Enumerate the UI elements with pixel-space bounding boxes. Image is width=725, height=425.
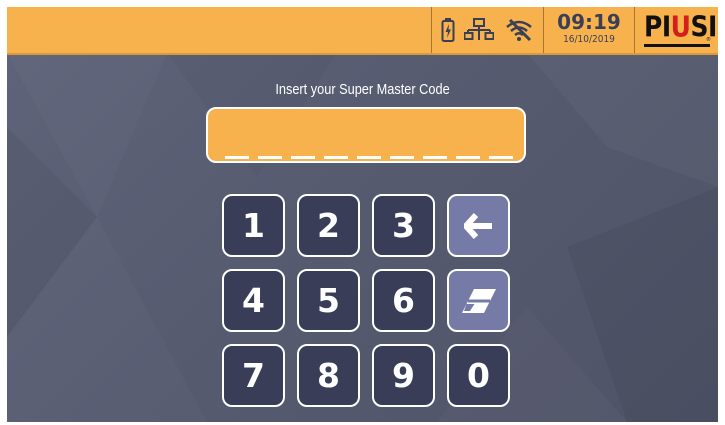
arrow-left-icon [463,212,492,239]
code-input-field[interactable] [206,107,526,163]
prompt-label: Insert your Super Master Code [275,81,450,98]
backspace-button[interactable] [447,194,510,257]
code-placeholder-dashes [225,156,513,159]
app-screen: 09:19 16/10/2019 PIUSI ® Insert your Sup… [7,7,718,422]
digit-8-button[interactable]: 8 [297,344,360,407]
piusi-logo: PIUSI ® [634,7,718,53]
code-digit-slot [324,156,348,159]
code-digit-slot [456,156,480,159]
code-digit-slot [423,156,447,159]
top-bar: 09:19 16/10/2019 PIUSI ® [7,7,718,55]
digit-0-button[interactable]: 0 [447,344,510,407]
clock-time: 09:19 [557,10,621,34]
clock-date: 16/10/2019 [563,34,615,45]
digit-7-button[interactable]: 7 [222,344,285,407]
digit-5-button[interactable]: 5 [297,269,360,332]
digit-9-button[interactable]: 9 [372,344,435,407]
digit-3-button[interactable]: 3 [372,194,435,257]
code-digit-slot [225,156,249,159]
code-digit-slot [357,156,381,159]
status-icons [431,7,544,53]
digit-6-button[interactable]: 6 [372,269,435,332]
digit-4-button[interactable]: 4 [222,269,285,332]
eraser-icon [461,288,496,313]
clock: 09:19 16/10/2019 [545,7,633,53]
code-digit-slot [390,156,414,159]
battery-charging-icon [441,17,455,43]
code-digit-slot [489,156,513,159]
network-icon [464,18,495,42]
background-pattern [7,127,718,422]
code-digit-slot [291,156,315,159]
wifi-off-icon [504,18,534,42]
code-digit-slot [258,156,282,159]
clear-button[interactable] [447,269,510,332]
digit-1-button[interactable]: 1 [222,194,285,257]
digit-2-button[interactable]: 2 [297,194,360,257]
